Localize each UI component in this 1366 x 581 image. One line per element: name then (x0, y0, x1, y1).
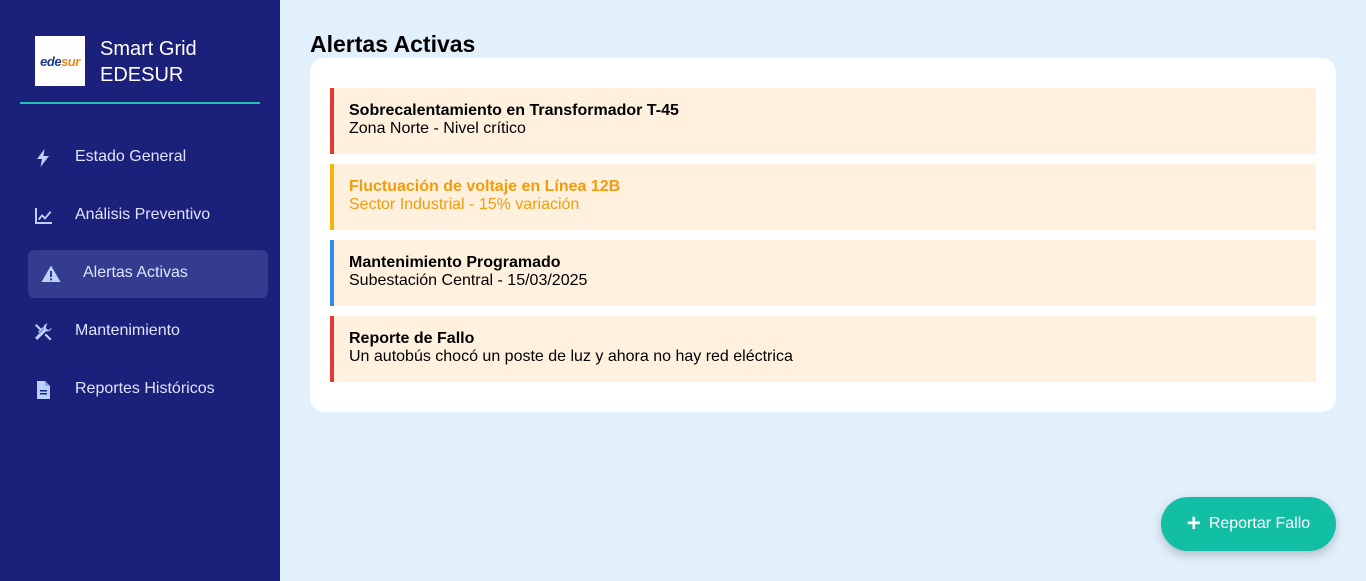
sidebar-item-label: Estado General (75, 148, 187, 165)
sidebar-item-label: Análisis Preventivo (75, 206, 211, 223)
sidebar-item-alertas-activas[interactable]: Alertas Activas (28, 250, 268, 298)
alert-item[interactable]: Fluctuación de voltaje en Línea 12B Sect… (330, 164, 1316, 230)
page-title: Alertas Activas (310, 31, 476, 57)
alert-description: Sector Industrial - 15% variación (349, 196, 580, 213)
logo-text-part2: sur (61, 53, 80, 69)
sidebar-item-label: Mantenimiento (75, 322, 180, 339)
tools-icon (32, 321, 54, 343)
sidebar-item-label: Alertas Activas (83, 264, 188, 281)
warning-icon (40, 263, 62, 285)
sidebar-item-analisis-preventivo[interactable]: Análisis Preventivo (28, 192, 268, 240)
report-fault-label: Reportar Fallo (1208, 515, 1311, 532)
brand: edesur Smart Grid EDESUR (20, 30, 260, 104)
alert-title: Reporte de Fallo (349, 330, 475, 347)
edesur-logo: edesur (35, 36, 85, 86)
alert-item[interactable]: Mantenimiento Programado Subestación Cen… (330, 240, 1316, 306)
sidebar-item-mantenimiento[interactable]: Mantenimiento (28, 308, 268, 356)
sidebar-item-label: Reportes Históricos (75, 380, 215, 397)
alert-description: Zona Norte - Nivel crítico (349, 120, 526, 137)
bolt-icon (32, 147, 54, 169)
sidebar: edesur Smart Grid EDESUR Estado General … (0, 0, 280, 581)
alert-title: Sobrecalentamiento en Transformador T-45 (349, 102, 679, 119)
chart-line-icon (32, 205, 54, 227)
logo-text-part1: ede (40, 53, 62, 69)
file-icon (32, 379, 54, 401)
report-fault-button[interactable]: + Reportar Fallo (1161, 497, 1336, 551)
sidebar-item-estado-general[interactable]: Estado General (28, 134, 268, 182)
alerts-list: Sobrecalentamiento en Transformador T-45… (330, 88, 1316, 392)
alert-item[interactable]: Sobrecalentamiento en Transformador T-45… (330, 88, 1316, 154)
sidebar-item-reportes-historicos[interactable]: Reportes Históricos (28, 366, 268, 414)
sidebar-nav: Estado General Análisis Preventivo Alert… (28, 134, 268, 424)
alert-title: Mantenimiento Programado (349, 254, 561, 271)
logo-text: edesur (40, 54, 80, 69)
alert-item[interactable]: Reporte de Fallo Un autobús chocó un pos… (330, 316, 1316, 382)
alert-description: Subestación Central - 15/03/2025 (349, 272, 588, 289)
alerts-card: Sobrecalentamiento en Transformador T-45… (310, 58, 1336, 412)
alert-description: Un autobús chocó un poste de luz y ahora… (349, 348, 793, 365)
brand-title: Smart Grid EDESUR (100, 38, 197, 86)
plus-icon: + (1186, 510, 1201, 537)
alert-title: Fluctuación de voltaje en Línea 12B (349, 178, 621, 195)
